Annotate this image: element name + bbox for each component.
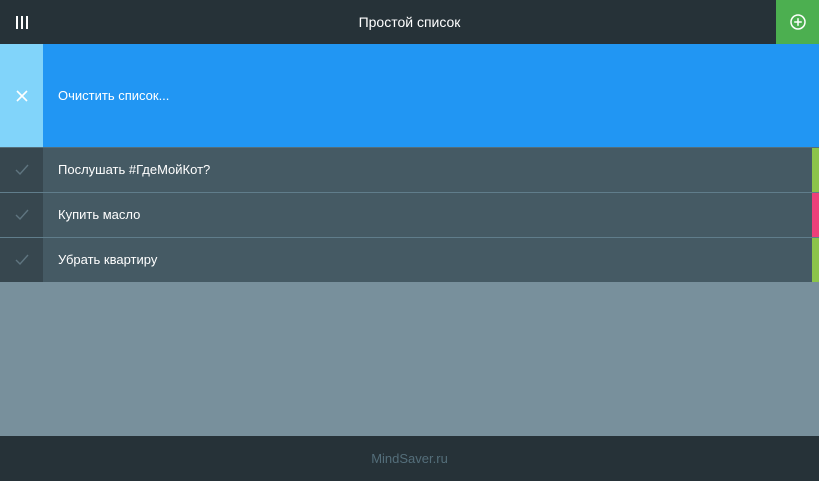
list-item[interactable]: Послушать #ГдеМойКот? — [0, 147, 819, 192]
list-item[interactable]: Купить масло — [0, 192, 819, 237]
close-icon — [15, 89, 28, 102]
top-bar: Простой список — [0, 0, 819, 44]
item-color-tag — [812, 238, 819, 282]
todo-list: Послушать #ГдеМойКот? Купить масло Убрат… — [0, 147, 819, 282]
item-color-tag — [812, 193, 819, 237]
item-check-button[interactable] — [0, 238, 43, 282]
item-check-button[interactable] — [0, 193, 43, 237]
footer: MindSaver.ru — [0, 436, 819, 481]
item-color-tag — [812, 148, 819, 192]
add-item-button[interactable] — [776, 0, 819, 44]
clear-list-label: Очистить список... — [58, 88, 170, 103]
checkmark-icon — [15, 254, 29, 266]
checkmark-icon — [15, 209, 29, 221]
item-check-button[interactable] — [0, 148, 43, 192]
list-item-label: Купить масло — [58, 207, 141, 222]
plus-circle-icon — [789, 14, 806, 30]
clear-list-button[interactable]: Очистить список... — [0, 44, 819, 147]
list-item[interactable]: Убрать квартиру — [0, 237, 819, 282]
footer-link[interactable]: MindSaver.ru — [371, 451, 448, 466]
checkmark-icon — [15, 164, 29, 176]
page-title: Простой список — [358, 14, 461, 30]
list-item-label: Убрать квартиру — [58, 252, 158, 267]
clear-icon-box[interactable] — [0, 44, 43, 147]
app: Простой список Очистить список... Послуш… — [0, 0, 819, 481]
list-item-label: Послушать #ГдеМойКот? — [58, 162, 211, 177]
